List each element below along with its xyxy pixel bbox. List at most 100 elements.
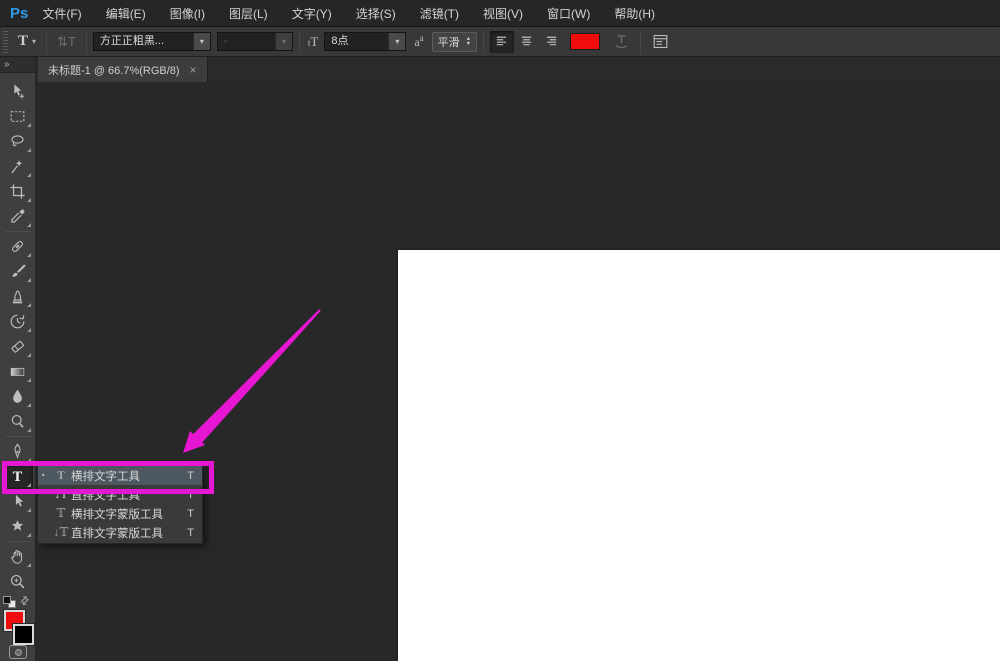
menu-item[interactable]: 文字(Y) [292,5,332,22]
tool-gradient[interactable] [3,359,33,384]
tool-hand[interactable] [3,544,33,569]
tool-eraser[interactable] [3,334,33,359]
font-size-select[interactable]: 8点 ▾ [324,32,406,51]
menu-item[interactable]: 图层(L) [229,5,268,22]
chevron-down-icon: ▾ [395,37,399,46]
toggle-text-orientation-button[interactable]: ⇅T [53,31,80,53]
anti-alias-select[interactable]: 平滑 ▲ ▼ [432,32,477,52]
text-color-swatch[interactable] [570,33,600,50]
quick-mask-icon [15,649,22,656]
quick-mask-mode-button[interactable] [9,645,27,659]
close-icon[interactable]: × [190,64,197,76]
collapse-panel-button[interactable]: » [0,57,35,73]
document-tab-title: 未标题-1 @ 66.7%(RGB/8) [48,62,180,78]
marquee-icon [8,107,27,126]
flyout-item-直排文字蒙版工具[interactable]: ↓𝕋直排文字蒙版工具T [38,523,202,542]
gradient-icon [8,362,27,381]
move-icon [8,82,27,101]
tool-history-brush[interactable] [3,309,33,334]
flyout-item-shortcut: T [187,508,198,520]
separator [86,30,87,54]
flyout-item-label: 横排文字蒙版工具 [71,506,187,522]
custom-shape-icon [8,517,27,536]
flyout-item-横排文字蒙版工具[interactable]: 𝕋横排文字蒙版工具T [38,504,202,523]
tool-spot-healing-brush[interactable] [3,234,33,259]
align-center-icon [518,33,535,50]
flyout-item-shortcut: T [187,527,198,539]
font-style-value: - [218,33,275,50]
eraser-icon [8,337,27,356]
tool-zoom[interactable] [3,569,33,594]
options-bar-grip-icon[interactable] [3,31,8,53]
font-family-select[interactable]: 方正正粗黑... ▾ [93,32,211,51]
font-size-dropdown-button[interactable]: ▾ [388,33,405,50]
canvas[interactable] [398,250,1000,661]
magic-wand-icon [8,157,27,176]
annotation-highlight-rect [2,461,214,494]
font-style-select[interactable]: - ▾ [217,32,293,51]
align-left-button[interactable] [490,31,514,53]
anti-alias-value: 平滑 [438,34,460,50]
anti-alias-icon: aa [414,33,423,50]
tools-panel: » T ⇄ [0,57,36,661]
photoshop-logo: Ps [10,5,28,22]
align-left-icon [494,33,511,50]
font-style-dropdown-button[interactable]: ▾ [275,33,292,50]
menu-item[interactable]: 图像(I) [170,5,205,22]
eyedropper-icon [8,207,27,226]
dodge-icon [8,412,27,431]
tool-dodge[interactable] [3,409,33,434]
color-wells: ⇄ [0,596,36,652]
menu-item[interactable]: 窗口(W) [547,5,590,22]
font-family-value: 方正正粗黑... [94,33,193,50]
chevron-down-icon: ▾ [200,37,204,46]
tool-preset-picker[interactable]: T ▾ [14,31,40,53]
tool-clone-stamp[interactable] [3,284,33,309]
path-selection-icon [8,492,27,511]
pen-icon [8,442,27,461]
hand-icon [8,547,27,566]
separator [299,30,300,54]
flyout-item-label: 直排文字蒙版工具 [71,525,187,541]
tool-move[interactable] [3,79,33,104]
default-colors-icon[interactable] [3,596,16,608]
background-color-swatch[interactable] [13,624,34,645]
tool-magic-wand[interactable] [3,154,33,179]
tool-crop[interactable] [3,179,33,204]
type-variant-icon: ↓𝕋 [51,525,71,540]
font-family-dropdown-button[interactable]: ▾ [193,33,210,50]
document-tab-bar: 未标题-1 @ 66.7%(RGB/8) × [36,57,1000,82]
swap-colors-icon[interactable]: ⇄ [17,593,33,609]
tool-lasso[interactable] [3,129,33,154]
work-area [36,82,1000,661]
menu-item[interactable]: 选择(S) [356,5,396,22]
tool-brush[interactable] [3,259,33,284]
clone-stamp-icon [8,287,27,306]
tool-blur[interactable] [3,384,33,409]
align-center-button[interactable] [514,31,538,53]
double-chevron-icon: » [4,59,9,70]
tool-custom-shape[interactable] [3,514,33,539]
toolbar-separator [5,541,31,542]
text-orientation-icon: ⇅T [57,34,76,50]
crop-icon [8,182,27,201]
separator [640,30,641,54]
font-size-value: 8点 [325,33,388,50]
history-brush-icon [8,312,27,331]
menu-item[interactable]: 帮助(H) [614,5,655,22]
menu-item[interactable]: 编辑(E) [106,5,146,22]
warp-text-button[interactable] [608,31,634,53]
menu-item[interactable]: 视图(V) [483,5,523,22]
menu-item[interactable]: 文件(F) [42,5,81,22]
spot-healing-icon [8,237,27,256]
align-right-button[interactable] [538,31,562,53]
toggle-panels-button[interactable] [647,31,673,53]
warp-text-icon [612,32,631,51]
menu-item[interactable]: 滤镜(T) [420,5,459,22]
tool-eyedropper[interactable] [3,204,33,229]
spinner-arrows-icon: ▲ ▼ [466,37,471,47]
tool-rectangular-marquee[interactable] [3,104,33,129]
document-tab[interactable]: 未标题-1 @ 66.7%(RGB/8) × [38,57,208,82]
menu-bar: Ps 文件(F) 编辑(E) 图像(I) 图层(L) 文字(Y) 选择(S) 滤镜(T) 视图… [0,0,1000,27]
lasso-icon [8,132,27,151]
